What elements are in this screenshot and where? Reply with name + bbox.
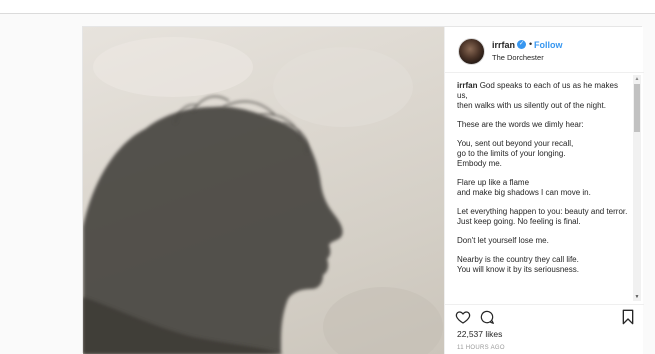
top-nav-bar: [0, 0, 655, 14]
follow-button[interactable]: Follow: [534, 40, 563, 50]
caption-paragraph: Flare up like a flame and make big shado…: [457, 178, 591, 197]
post-actions: 22,537 likes 11 HOURS AGO: [445, 304, 644, 354]
scroll-thumb[interactable]: [634, 84, 640, 132]
post-caption: irrfan God speaks to each of us as he ma…: [457, 81, 629, 301]
username-link[interactable]: irrfan: [492, 40, 515, 50]
post-photo[interactable]: [83, 27, 444, 354]
likes-count[interactable]: 22,537 likes: [457, 329, 502, 339]
scroll-down-arrow-icon[interactable]: ▼: [633, 293, 641, 301]
bookmark-icon[interactable]: [621, 309, 639, 327]
caption-paragraph: You, sent out beyond your recall, go to …: [457, 139, 574, 168]
shadow-silhouette-image: [83, 37, 443, 354]
caption-paragraph: These are the words we dimly hear:: [457, 120, 584, 129]
verified-badge-icon: ✓: [517, 40, 526, 49]
post-timestamp[interactable]: 11 HOURS AGO: [457, 345, 505, 351]
post-header: irrfan ✓ • Follow The Dorchester: [445, 27, 644, 73]
comment-icon[interactable]: [479, 309, 497, 327]
instagram-post: irrfan ✓ • Follow The Dorchester irrfan …: [82, 26, 644, 354]
avatar[interactable]: [458, 38, 485, 65]
heart-icon[interactable]: [455, 309, 473, 327]
caption-paragraph: Don't let yourself lose me.: [457, 236, 549, 245]
scroll-up-arrow-icon[interactable]: ▲: [633, 75, 641, 83]
caption-username[interactable]: irrfan: [457, 81, 477, 90]
caption-scrollbar[interactable]: ▲ ▼: [633, 75, 641, 301]
caption-paragraph: irrfan God speaks to each of us as he ma…: [457, 81, 618, 110]
caption-paragraph: Nearby is the country they call life. Yo…: [457, 255, 579, 274]
location-link[interactable]: The Dorchester: [492, 53, 544, 62]
post-sidebar: irrfan ✓ • Follow The Dorchester irrfan …: [444, 27, 644, 354]
caption-paragraph: Let everything happen to you: beauty and…: [457, 207, 628, 226]
separator-dot: •: [529, 39, 533, 49]
